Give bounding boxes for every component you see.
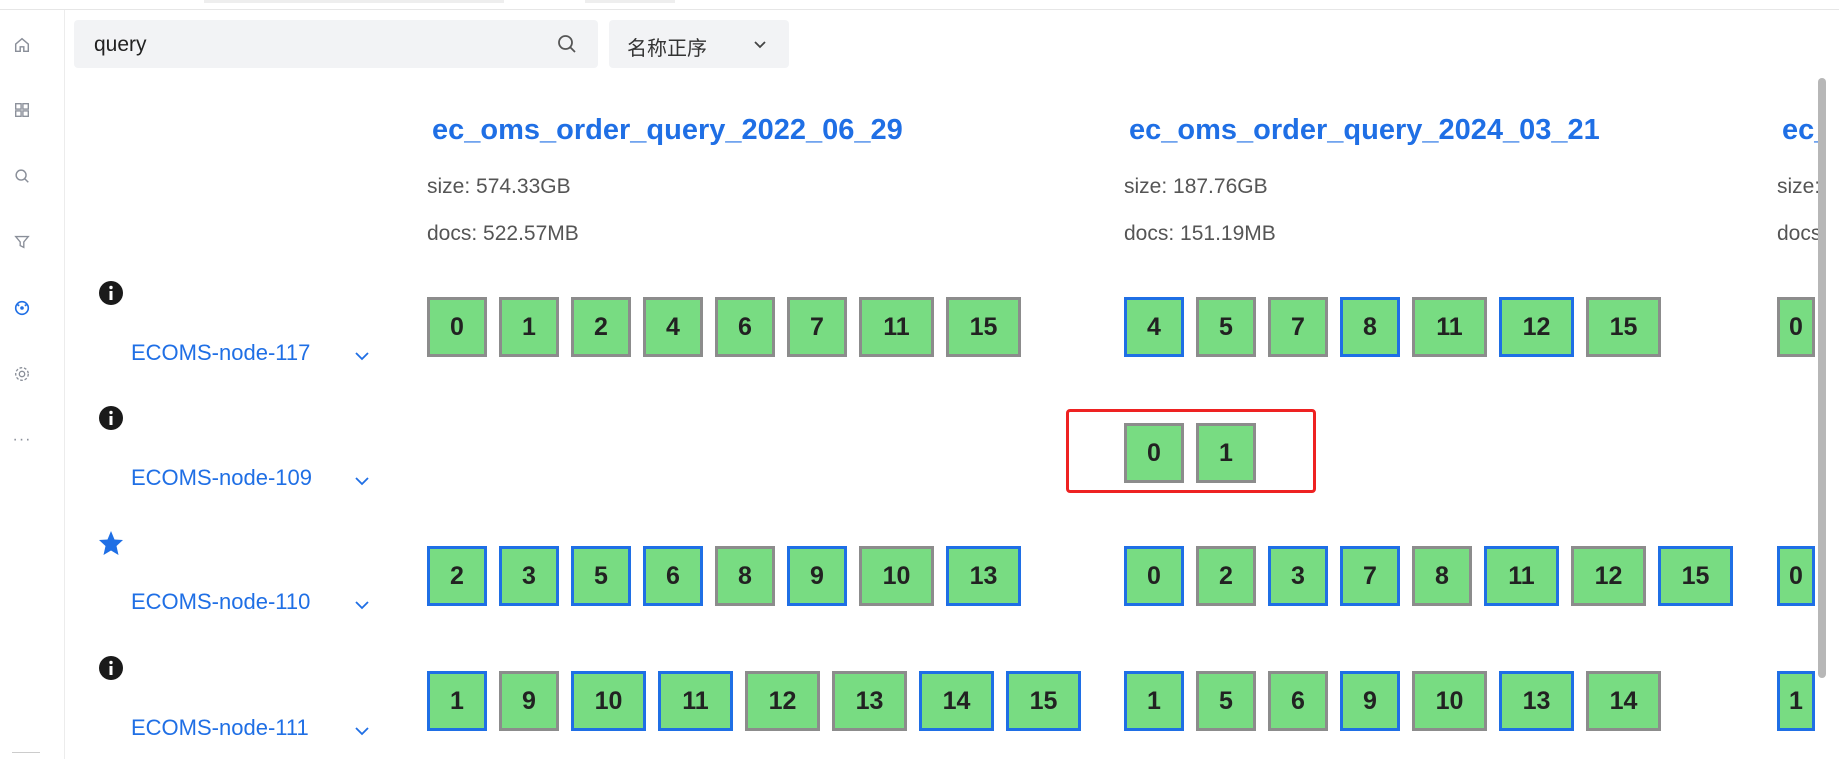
replica-shard[interactable]: 14 — [1586, 671, 1661, 731]
primary-shard[interactable]: 6 — [643, 546, 703, 606]
search-bar — [74, 20, 598, 68]
replica-shard[interactable]: 15 — [946, 297, 1021, 357]
more-icon[interactable]: ··· — [12, 430, 32, 450]
index-title[interactable]: ec_oms_order_query_2022_06_29 — [432, 114, 903, 147]
dashboard-icon[interactable] — [12, 100, 32, 120]
primary-shard[interactable]: 2 — [427, 546, 487, 606]
node-name[interactable]: ECOMS-node-117 — [131, 340, 310, 366]
chevron-down-icon[interactable] — [353, 472, 371, 490]
filter-icon[interactable] — [12, 232, 32, 252]
replica-shard[interactable]: 7 — [787, 297, 847, 357]
primary-shard[interactable]: 1 — [1124, 671, 1184, 731]
index-size: size: 574.33GB — [427, 175, 571, 198]
vertical-scrollbar[interactable] — [1818, 78, 1826, 678]
replica-shard[interactable]: 5 — [1196, 297, 1256, 357]
replica-shard[interactable]: 11 — [859, 297, 934, 357]
replica-shard[interactable]: 4 — [643, 297, 703, 357]
primary-shard[interactable]: 13 — [1499, 671, 1574, 731]
shard-row: 2 3 5 6 8 9 10 13 — [427, 546, 1033, 606]
primary-shard[interactable]: 15 — [1006, 671, 1081, 731]
primary-shard[interactable]: 9 — [1340, 671, 1400, 731]
collapse-icon[interactable] — [12, 752, 40, 767]
replica-shard[interactable]: 0 — [1777, 297, 1815, 357]
primary-shard[interactable]: 12 — [1499, 297, 1574, 357]
primary-shard[interactable]: 11 — [658, 671, 733, 731]
search-icon[interactable] — [556, 33, 578, 55]
replica-shard[interactable]: 6 — [1268, 671, 1328, 731]
sort-select[interactable]: 名称正序 — [609, 20, 789, 68]
index-column-clipped: ec_ size: docs: — [1768, 100, 1818, 260]
primary-shard[interactable]: 9 — [787, 546, 847, 606]
primary-shard[interactable]: 0 — [1124, 546, 1184, 606]
side-nav: ··· — [0, 10, 65, 759]
replica-shard[interactable]: 1 — [499, 297, 559, 357]
shard-row: 0 1 2 4 6 7 11 15 — [427, 297, 1033, 357]
master-star-icon[interactable] — [98, 530, 124, 556]
shard-row: 1 9 10 11 12 13 14 15 — [427, 671, 1093, 731]
chevron-down-icon[interactable] — [353, 347, 371, 365]
chevron-down-icon[interactable] — [353, 722, 371, 740]
primary-shard[interactable]: 5 — [571, 546, 631, 606]
chevron-down-icon — [754, 41, 766, 49]
replica-shard[interactable]: 9 — [499, 671, 559, 731]
index-size: size: 187.76GB — [1124, 175, 1268, 198]
primary-shard[interactable]: 3 — [1268, 546, 1328, 606]
replica-shard[interactable]: 10 — [859, 546, 934, 606]
sort-select-value: 名称正序 — [627, 36, 707, 60]
search-icon[interactable] — [12, 166, 32, 186]
replica-shard[interactable]: 0 — [427, 297, 487, 357]
primary-shard[interactable]: 8 — [1340, 297, 1400, 357]
settings-icon[interactable] — [12, 364, 32, 384]
replica-shard[interactable]: 7 — [1268, 297, 1328, 357]
primary-shard[interactable]: 10 — [571, 671, 646, 731]
index-title[interactable]: ec_oms_order_query_2024_03_21 — [1129, 114, 1600, 147]
replica-shard[interactable]: 11 — [1412, 297, 1487, 357]
cluster-icon[interactable] — [12, 298, 32, 318]
primary-shard[interactable]: 11 — [1484, 546, 1559, 606]
replica-shard[interactable]: 13 — [832, 671, 907, 731]
replica-shard[interactable]: 8 — [1412, 546, 1472, 606]
shard-row: 0 2 3 7 8 11 12 15 — [1124, 546, 1745, 606]
replica-shard[interactable]: 8 — [715, 546, 775, 606]
info-icon[interactable] — [98, 655, 124, 681]
info-icon[interactable] — [98, 280, 124, 306]
primary-shard[interactable]: 0 — [1777, 546, 1815, 606]
top-tab[interactable] — [585, 0, 675, 3]
replica-shard[interactable]: 10 — [1412, 671, 1487, 731]
index-docs: docs: — [1777, 222, 1818, 245]
primary-shard[interactable]: 7 — [1340, 546, 1400, 606]
primary-shard[interactable]: 4 — [1124, 297, 1184, 357]
shard-row: 1 — [1777, 671, 1827, 731]
primary-shard[interactable]: 13 — [946, 546, 1021, 606]
index-docs: docs: 151.19MB — [1124, 222, 1276, 245]
primary-shard[interactable]: 15 — [1658, 546, 1733, 606]
shard-row: 4 5 7 8 11 12 15 — [1124, 297, 1673, 357]
index-title[interactable]: ec_ — [1782, 114, 1818, 147]
home-icon[interactable] — [12, 35, 32, 55]
node-name[interactable]: ECOMS-node-110 — [131, 589, 310, 615]
shard-row: 1 5 6 9 10 13 14 — [1124, 671, 1673, 731]
replica-shard[interactable]: 2 — [571, 297, 631, 357]
primary-shard[interactable]: 1 — [1777, 671, 1815, 731]
replica-shard[interactable]: 15 — [1586, 297, 1661, 357]
node-name[interactable]: ECOMS-node-109 — [131, 465, 312, 491]
index-size: size: — [1777, 175, 1818, 198]
primary-shard[interactable]: 1 — [427, 671, 487, 731]
replica-shard[interactable]: 6 — [715, 297, 775, 357]
search-input[interactable] — [92, 30, 536, 60]
replica-shard[interactable]: 5 — [1196, 671, 1256, 731]
chevron-down-icon[interactable] — [353, 596, 371, 614]
info-icon[interactable] — [98, 405, 124, 431]
primary-shard[interactable]: 3 — [499, 546, 559, 606]
replica-shard[interactable]: 2 — [1196, 546, 1256, 606]
highlight-box — [1066, 409, 1316, 493]
index-docs: docs: 522.57MB — [427, 222, 579, 245]
replica-shard[interactable]: 12 — [1571, 546, 1646, 606]
node-name[interactable]: ECOMS-node-111 — [131, 715, 309, 741]
primary-shard[interactable]: 14 — [919, 671, 994, 731]
top-bar — [0, 0, 1839, 10]
replica-shard[interactable]: 12 — [745, 671, 820, 731]
top-tab[interactable] — [204, 0, 504, 3]
